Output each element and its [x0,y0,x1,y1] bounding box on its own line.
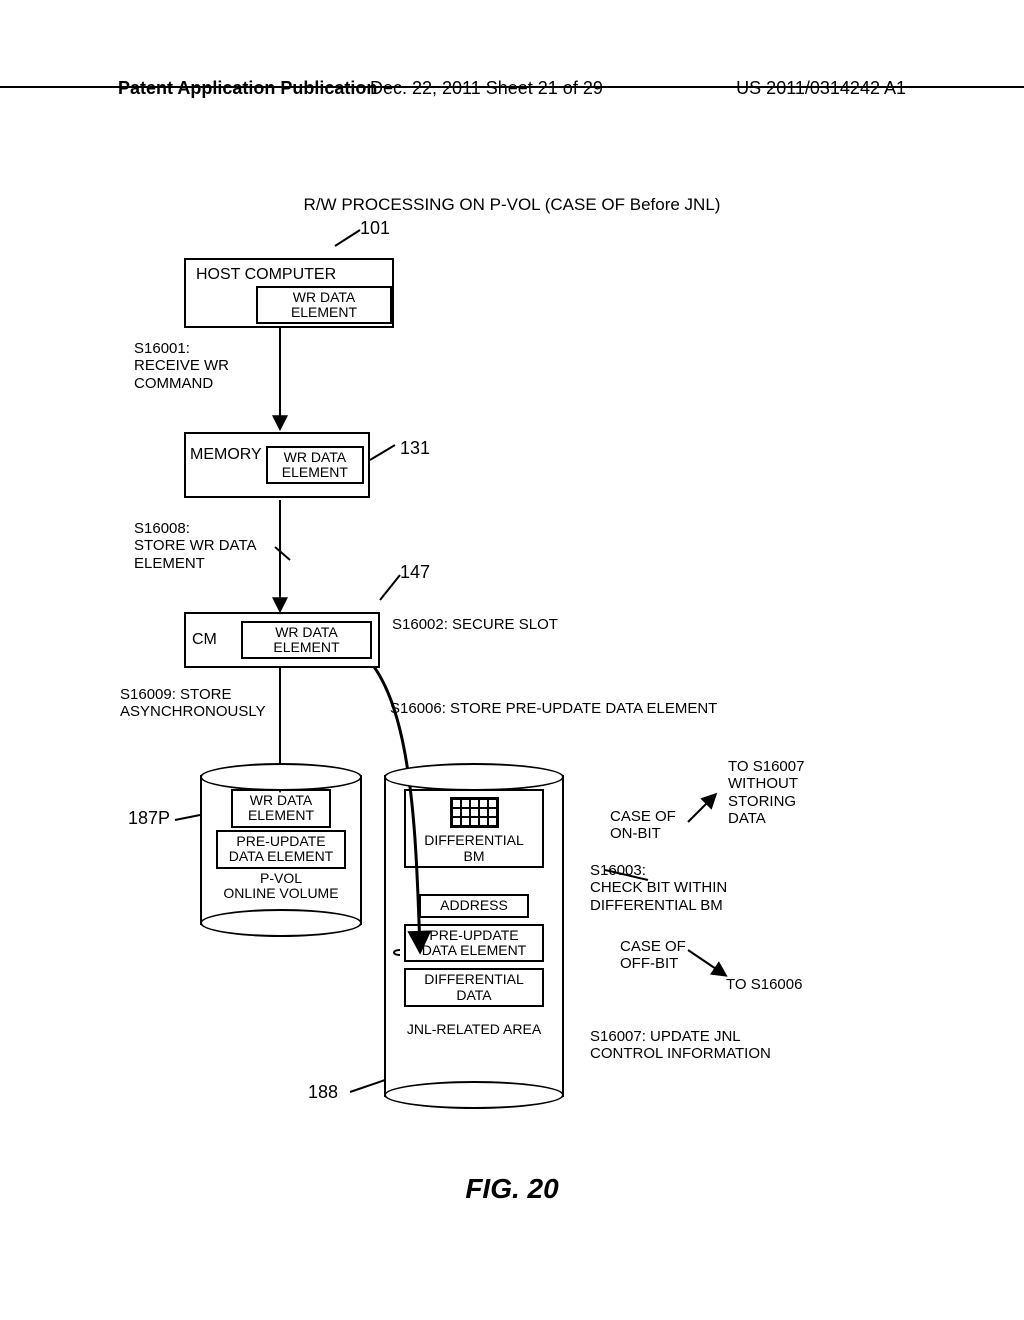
wr-data-cm: WR DATA ELEMENT [241,621,372,660]
step-s16006: S16006: STORE PRE-UPDATE DATA ELEMENT [390,700,717,717]
to-s16007: TO S16007 WITHOUT STORING DATA [728,758,804,827]
cm-label: CM [192,631,217,649]
ref-131: 131 [400,438,430,459]
diff-data-box: DIFFERENTIAL DATA [404,968,544,1007]
host-label: HOST COMPUTER [186,266,336,284]
preupdate-box2: PRE-UPDATE DATA ELEMENT [404,924,544,963]
pvol-wr-data: WR DATA ELEMENT [231,789,331,828]
header-center: Dec. 22, 2011 Sheet 21 of 29 [370,78,603,99]
figure-label: FIG. 20 [0,1173,1024,1205]
host-computer-box: HOST COMPUTER WR DATA ELEMENT [184,258,394,328]
pvol-preupdate: PRE-UPDATE DATA ELEMENT [216,830,346,869]
diff-bm-label: DIFFERENTIAL BM [410,833,538,864]
jnl-cylinder: DIFFERENTIAL BM ADDRESS PRE-UPDATE DATA … [384,775,564,1097]
wr-data-host: WR DATA ELEMENT [256,286,392,325]
ref-101: 101 [360,218,390,239]
page-header: Patent Application Publication Dec. 22, … [0,78,1024,88]
grid-icon [450,797,499,828]
step-s16003: S16003: CHECK BIT WITHIN DIFFERENTIAL BM [590,862,727,914]
header-right: US 2011/0314242 A1 [736,78,906,99]
step-s16001: S16001: RECEIVE WR COMMAND [134,340,229,392]
wr-data-memory: WR DATA ELEMENT [266,446,364,485]
memory-box: MEMORY WR DATA ELEMENT [184,432,370,498]
pvol-name: P-VOL ONLINE VOLUME [223,871,338,902]
ref-188: 188 [308,1082,338,1103]
cm-box: CM WR DATA ELEMENT [184,612,380,668]
step-s16002: S16002: SECURE SLOT [392,616,558,633]
memory-label: MEMORY [190,446,262,464]
ref-147: 147 [400,562,430,583]
step-s16009: S16009: STORE ASYNCHRONOUSLY [120,686,266,721]
case-off: CASE OF OFF-BIT [620,938,686,973]
step-s16008: S16008: STORE WR DATA ELEMENT [134,520,257,572]
address-box: ADDRESS [419,894,529,917]
diff-bm-box: DIFFERENTIAL BM [404,789,544,868]
diagram-title: R/W PROCESSING ON P-VOL (CASE OF Before … [0,195,1024,215]
step-s16007: S16007: UPDATE JNL CONTROL INFORMATION [590,1028,771,1063]
jnl-area-label: JNL-RELATED AREA [407,1021,541,1037]
to-s16006: TO S16006 [726,976,802,993]
case-on: CASE OF ON-BIT [610,808,676,843]
pvol-cylinder: WR DATA ELEMENT PRE-UPDATE DATA ELEMENT … [200,775,362,925]
ref-187p: 187P [128,808,170,829]
header-left: Patent Application Publication [118,78,377,99]
